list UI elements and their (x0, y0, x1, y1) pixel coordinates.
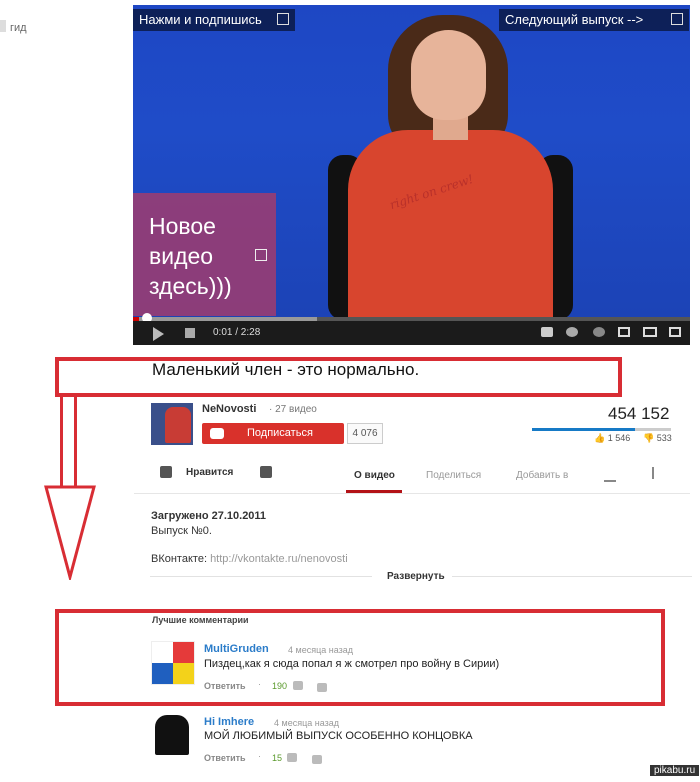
annotation-next-episode-link[interactable]: Следующий выпуск --> (499, 9, 689, 31)
divider (150, 576, 372, 577)
channel-video-count: · 27 видео (269, 404, 317, 415)
highlight-box-title (55, 357, 622, 397)
video-person-shirt (348, 130, 553, 320)
player-controls: 0:01 / 2:28 (133, 321, 690, 345)
like-ratio-fill (532, 428, 635, 431)
video-player[interactable]: right on crew! Нажми и подпишись Следующ… (133, 5, 690, 345)
guide-label[interactable]: гид (10, 22, 27, 34)
channel-name-link[interactable]: NeNovosti (202, 403, 256, 415)
subscribe-label: Подписаться (247, 427, 313, 439)
watermark: pikabu.ru (650, 765, 700, 776)
external-link-icon (671, 13, 683, 25)
like-count-value: 1 546 (607, 433, 631, 443)
fullscreen-icon[interactable] (669, 327, 681, 337)
comment-avatar[interactable] (151, 713, 193, 755)
comment-thumbs-down-icon[interactable] (312, 755, 322, 764)
highlight-box-comment (55, 609, 665, 706)
tab-add-to[interactable]: Добавить в (516, 470, 568, 481)
subscriber-count: 4 076 (347, 423, 383, 444)
subscribe-button[interactable]: Подписаться (202, 423, 344, 444)
time-display: 0:01 / 2:28 (213, 327, 261, 338)
highlight-arrow-stem (60, 396, 63, 488)
video-frame[interactable]: right on crew! Нажми и подпишись Следующ… (133, 5, 690, 320)
view-count: 454 152 (608, 404, 670, 423)
youtube-logo-icon (210, 428, 224, 439)
separator-dot: · (258, 751, 261, 761)
settings-gear-icon[interactable] (566, 327, 578, 337)
large-player-icon[interactable] (643, 327, 657, 337)
expand-description-button[interactable]: Развернуть (387, 571, 445, 582)
like-button[interactable]: Нравится (186, 467, 233, 478)
watch-later-icon[interactable] (593, 327, 605, 337)
comment-author[interactable]: Hi Imhere (204, 716, 254, 728)
comment-text: МОЙ ЛЮБИМЫЙ ВЫПУСК ОСОБЕННО КОНЦОВКА (204, 730, 473, 742)
thumbs-down-icon[interactable] (260, 466, 272, 478)
divider (452, 576, 692, 577)
action-bar: Нравится О видео Поделиться Добавить в (134, 455, 690, 494)
channel-avatar[interactable] (151, 403, 193, 445)
tab-about[interactable]: О видео (354, 470, 395, 481)
vk-label: ВКонтакте: (151, 553, 207, 565)
upload-date: Загружено 27.10.2011 (151, 510, 267, 522)
comment-thumbs-up-icon[interactable] (287, 753, 297, 762)
comment-like-count: 15 (272, 753, 283, 763)
annotation-new-video-label: Новое видео здесь))) (149, 213, 232, 299)
external-link-icon (255, 249, 267, 261)
dislike-count-value: 533 (656, 433, 672, 443)
annotation-new-video-link[interactable]: Новое видео здесь))) (133, 193, 276, 316)
volume-icon[interactable] (185, 328, 195, 338)
external-link-icon (277, 13, 289, 25)
captions-icon[interactable] (541, 327, 553, 337)
description-episode: Выпуск №0. (151, 525, 212, 537)
dislike-count[interactable]: 👎 533 (643, 433, 672, 444)
flag-icon[interactable] (652, 467, 664, 479)
statistics-icon[interactable] (604, 469, 616, 482)
video-person-face (411, 30, 486, 120)
guide-menu-icon[interactable] (0, 20, 6, 32)
avatar-hooded-figure (155, 715, 189, 755)
like-count[interactable]: 👍 1 546 (594, 433, 630, 444)
tab-share[interactable]: Поделиться (426, 470, 481, 481)
play-icon[interactable] (153, 327, 164, 341)
thumbs-up-icon[interactable] (160, 466, 172, 478)
channel-avatar-figure (165, 407, 191, 443)
highlight-arrow-stem (74, 396, 77, 488)
small-player-icon[interactable] (618, 327, 630, 337)
annotation-subscribe-link[interactable]: Нажми и подпишись (133, 9, 295, 31)
comment-reply-button[interactable]: Ответить (204, 753, 246, 763)
vk-link[interactable]: http://vkontakte.ru/nenovosti (210, 553, 348, 565)
annotation-subscribe-label: Нажми и подпишись (139, 12, 262, 27)
tab-active-indicator (346, 490, 402, 493)
comment-date[interactable]: 4 месяца назад (274, 718, 339, 728)
highlight-arrow-head (44, 485, 96, 580)
description-vk-line: ВКонтакте: http://vkontakte.ru/nenovosti (151, 553, 348, 565)
annotation-next-label: Следующий выпуск --> (505, 12, 644, 27)
